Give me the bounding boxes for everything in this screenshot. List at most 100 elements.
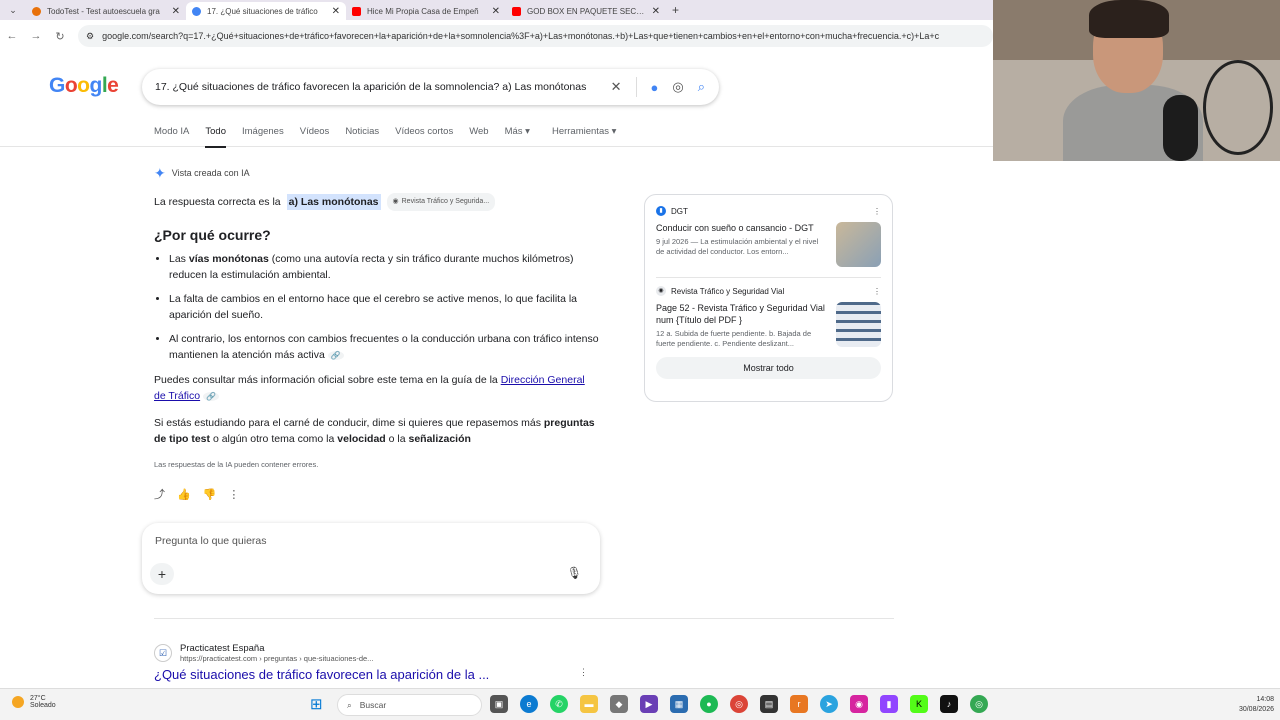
task-view-icon[interactable]: ▣ xyxy=(490,695,508,713)
app-icon[interactable]: ▶ xyxy=(640,695,658,713)
edge-icon[interactable]: e xyxy=(520,695,538,713)
source-item[interactable]: Page 52 - Revista Tráfico y Seguridad Vi… xyxy=(656,302,881,349)
twitch-icon[interactable]: ▮ xyxy=(880,695,898,713)
reload-icon[interactable]: ↻ xyxy=(48,30,72,43)
ask-box[interactable]: Pregunta lo que quieras + 🎙 xyxy=(142,523,600,594)
tab-search-icon[interactable]: ⌄ xyxy=(0,5,26,16)
dgt-favicon-icon: ▮ xyxy=(656,206,666,216)
lens-icon[interactable]: ◎ xyxy=(672,79,683,95)
telegram-icon[interactable]: ➤ xyxy=(820,695,838,713)
globe-icon: ◉ xyxy=(392,198,399,205)
link-icon[interactable]: 🔗 xyxy=(203,392,219,401)
site-info-icon[interactable]: ⚙ xyxy=(86,31,94,42)
result-title-link[interactable]: ¿Qué situaciones de tráfico favorecen la… xyxy=(154,667,594,682)
share-icon[interactable]: ⤴ xyxy=(154,487,165,503)
google-header: Google 17. ¿Qué situaciones de tráfico f… xyxy=(0,52,993,148)
chrome-icon[interactable]: ◎ xyxy=(970,695,988,713)
tab-favicon-icon xyxy=(32,6,41,16)
more-options-icon[interactable]: ⋮ xyxy=(228,487,239,503)
more-options-icon[interactable]: ⋮ xyxy=(579,667,588,678)
more-options-icon[interactable]: ⋮ xyxy=(873,287,881,296)
divider xyxy=(154,618,894,619)
tab-close-icon[interactable]: ✕ xyxy=(652,6,660,17)
tab-modo-ia[interactable]: Modo IA xyxy=(154,126,189,148)
tab-close-icon[interactable]: ✕ xyxy=(492,6,500,17)
address-bar-row: ← → ↻ ⚙ google.com/search?q=17.+¿Qué+sit… xyxy=(0,20,993,52)
tab-noticias[interactable]: Noticias xyxy=(345,126,379,148)
tab-favicon-icon xyxy=(192,6,201,16)
store-icon[interactable]: ▦ xyxy=(670,695,688,713)
link-icon[interactable]: 🔗 xyxy=(327,351,344,360)
feedback-actions: ⤴ 👍 👎 ⋮ xyxy=(154,487,599,503)
app-icon[interactable]: ◆ xyxy=(610,695,628,713)
ai-overview: ✦ Vista creada con IA La respuesta corre… xyxy=(154,165,599,503)
rtve-icon[interactable]: r xyxy=(790,695,808,713)
google-logo[interactable]: Google xyxy=(49,74,119,98)
url-field[interactable]: ⚙ google.com/search?q=17.+¿Qué+situacion… xyxy=(78,25,993,47)
app-icon[interactable]: ● xyxy=(700,695,718,713)
tab-title: TodoTest - Test autoescuela gra xyxy=(47,6,160,16)
back-icon[interactable]: ← xyxy=(0,30,24,42)
windows-start-icon[interactable]: ⊞ xyxy=(310,697,323,712)
site-favicon-icon: ☑ xyxy=(154,644,172,662)
tab-close-icon[interactable]: ✕ xyxy=(332,6,340,17)
browser-tab-bar: ⌄ TodoTest - Test autoescuela gra ✕ 17. … xyxy=(0,0,993,20)
microphone-icon[interactable]: ● xyxy=(651,80,659,95)
add-icon[interactable]: + xyxy=(150,563,174,585)
tab-videos[interactable]: Vídeos xyxy=(300,126,330,148)
kick-icon[interactable]: K xyxy=(910,695,928,713)
thumbs-down-icon[interactable]: 👎 xyxy=(203,487,217,503)
list-item: Al contrario, los entornos con cambios f… xyxy=(169,331,599,364)
search-box[interactable]: 17. ¿Qué situaciones de tráfico favorece… xyxy=(142,69,719,105)
tab-herramientas[interactable]: Herramientas ▾ xyxy=(552,126,616,148)
ai-answer: La respuesta correcta es la a) Las monót… xyxy=(154,193,599,211)
instagram-icon[interactable]: ◉ xyxy=(850,695,868,713)
webcam-overlay xyxy=(993,0,1280,161)
browser-tab[interactable]: Hice Mi Propia Casa de Empeñ ✕ xyxy=(346,2,506,20)
ai-badge: ✦ Vista creada con IA xyxy=(154,165,250,181)
youtube-icon xyxy=(352,6,361,16)
new-tab-button[interactable]: + xyxy=(672,3,679,17)
tab-videos-cortos[interactable]: Vídeos cortos xyxy=(395,126,453,148)
app-icon[interactable]: ▤ xyxy=(760,695,778,713)
tab-web[interactable]: Web xyxy=(469,126,488,148)
list-item: Las vías monótonas (como una autovía rec… xyxy=(169,251,599,283)
thumbnail-image xyxy=(836,302,881,347)
browser-tab-active[interactable]: 17. ¿Qué situaciones de tráfico ✕ xyxy=(186,2,346,20)
source-item[interactable]: Conducir con sueño o cansancio - DGT 9 j… xyxy=(656,222,881,267)
search-input[interactable]: 17. ¿Qué situaciones de tráfico favorece… xyxy=(155,81,603,93)
ask-input[interactable]: Pregunta lo que quieras xyxy=(155,535,267,547)
search-icon[interactable]: ⌕ xyxy=(698,79,705,95)
sparkle-icon: ✦ xyxy=(154,165,166,181)
source-chip[interactable]: ◉ Revista Tráfico y Segurida... xyxy=(386,193,496,211)
tiktok-icon[interactable]: ♪ xyxy=(940,695,958,713)
sun-icon xyxy=(12,696,24,708)
more-options-icon[interactable]: ⋮ xyxy=(873,207,881,216)
tab-mas[interactable]: Más ▾ xyxy=(505,126,530,148)
tab-imagenes[interactable]: Imágenes xyxy=(242,126,284,148)
tab-close-icon[interactable]: ✕ xyxy=(172,6,180,17)
clear-icon[interactable]: ✕ xyxy=(611,79,622,95)
thumbs-up-icon[interactable]: 👍 xyxy=(177,487,191,503)
globe-icon: ◉ xyxy=(656,286,666,296)
search-result: ☑ Practicatest España https://practicate… xyxy=(154,643,594,682)
weather-widget[interactable]: 27°C Soleado xyxy=(12,695,56,709)
show-all-button[interactable]: Mostrar todo xyxy=(656,357,881,379)
search-icon: ⌕ xyxy=(347,699,352,710)
taskbar-search[interactable]: ⌕ Buscar xyxy=(337,694,482,716)
chrome-icon[interactable]: ◎ xyxy=(730,695,748,713)
forward-icon[interactable]: → xyxy=(24,30,48,42)
tab-title: 17. ¿Qué situaciones de tráfico xyxy=(207,6,318,16)
thumbnail-image xyxy=(836,222,881,267)
file-explorer-icon[interactable]: ▬ xyxy=(580,695,598,713)
tab-todo[interactable]: Todo xyxy=(205,126,226,148)
taskbar: 27°C Soleado ⊞ ⌕ Buscar ▣ e ✆ ▬ ◆ ▶ ▦ ● … xyxy=(0,688,1280,720)
microphone-icon[interactable]: 🎙 xyxy=(567,566,582,580)
system-clock[interactable]: 14:08 30/08/2026 xyxy=(1239,695,1274,715)
url-text: google.com/search?q=17.+¿Qué+situaciones… xyxy=(102,31,940,41)
whatsapp-icon[interactable]: ✆ xyxy=(550,695,568,713)
browser-tab[interactable]: TodoTest - Test autoescuela gra ✕ xyxy=(26,2,186,20)
browser-tab[interactable]: GOD BOX EN PAQUETE SECRET ✕ xyxy=(506,2,666,20)
sources-card: ▮ DGT ⋮ Conducir con sueño o cansancio -… xyxy=(644,194,893,402)
paragraph: Puedes consultar más información oficial… xyxy=(154,374,585,402)
